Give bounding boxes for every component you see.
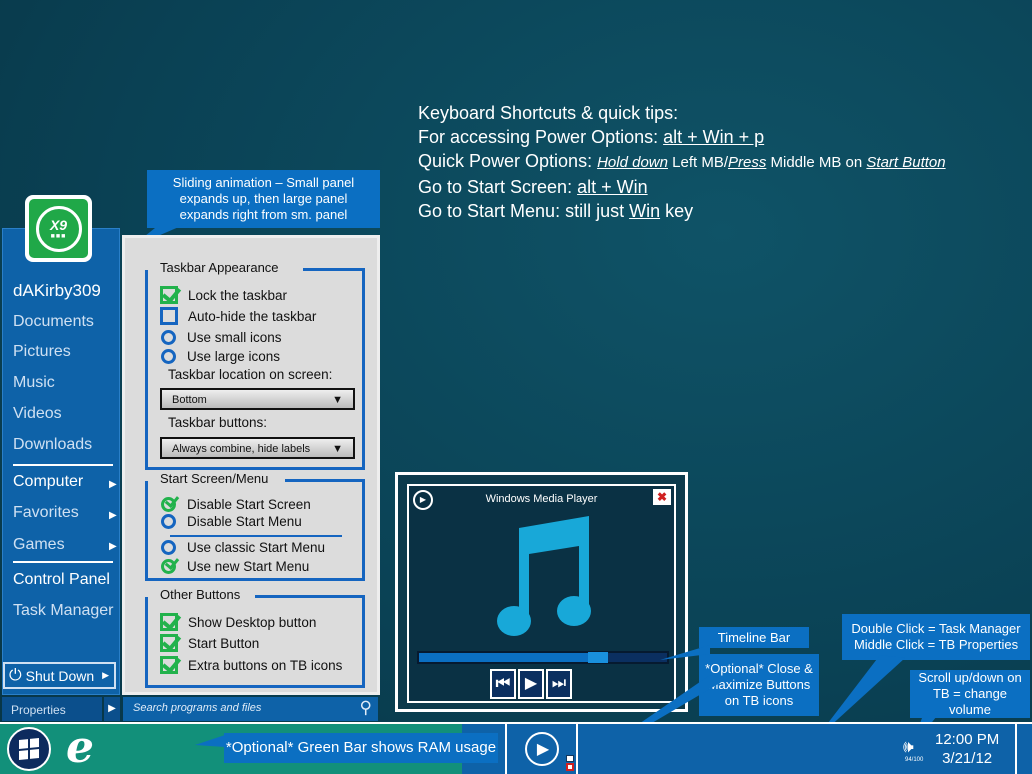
properties-button[interactable]: Properties [2,697,102,721]
radio-icon [161,540,176,555]
checkbox-lock-taskbar[interactable]: Lock the taskbar [160,286,287,304]
divider [13,464,113,466]
radio-checked-icon [161,497,176,512]
menu-control-panel[interactable]: Control Panel [13,571,110,589]
checkbox-start-button[interactable]: Start Button [160,634,259,652]
radio-icon [161,330,176,345]
menu-videos[interactable]: Videos [13,405,62,423]
group-other-buttons: Other Buttons Show Desktop button Start … [145,587,365,688]
radio-small-icons[interactable]: Use small icons [160,330,282,345]
chevron-right-icon: ▶ [109,479,117,490]
radio-icon [161,514,176,529]
group-taskbar-appearance: Taskbar Appearance Lock the taskbar Auto… [145,260,365,470]
menu-pictures[interactable]: Pictures [13,343,71,361]
checkbox-checked-icon [160,656,178,674]
play-button[interactable]: ▶ [518,669,544,699]
user-name[interactable]: dAKirby309 [13,281,101,301]
menu-documents[interactable]: Documents [13,313,94,331]
windows-logo-icon [19,737,39,761]
menu-games[interactable]: Games [13,536,65,554]
radio-icon [161,349,176,364]
chevron-right-icon: ▶ [109,510,117,521]
menu-music[interactable]: Music [13,374,55,392]
radio-large-icons[interactable]: Use large icons [160,349,280,364]
dropdown-arrow-icon: ▼ [332,443,343,455]
menu-task-manager[interactable]: Task Manager [13,602,114,620]
properties-arrow-button[interactable]: ▶ [104,697,120,721]
music-note-icon [497,516,591,636]
dropdown-arrow-icon: ▼ [332,394,343,406]
group-start-menu: Start Screen/Menu Disable Start Screen D… [145,471,365,581]
close-button[interactable] [566,763,574,771]
radio-disable-start-menu[interactable]: Disable Start Menu [160,514,302,529]
search-icon: ⚲ [359,698,372,717]
checkbox-checked-icon [160,286,178,304]
checkbox-show-desktop[interactable]: Show Desktop button [160,613,316,631]
search-input[interactable]: Search programs and files ⚲ [123,697,378,721]
maximize-button[interactable] [566,755,574,762]
start-menu-left-panel: dAKirby309 Documents Pictures Music Vide… [2,228,120,695]
close-button[interactable]: ✖ [653,489,671,505]
clock[interactable]: 12:00 PM 3/21/12 [935,730,999,768]
radio-new-menu[interactable]: Use new Start Menu [160,559,309,574]
menu-favorites[interactable]: Favorites [13,504,79,522]
tips-text: Keyboard Shortcuts & quick tips: For acc… [418,103,946,221]
wmp-title: Windows Media Player [485,493,598,505]
buttons-dropdown[interactable]: Always combine, hide labels ▼ [160,437,355,459]
callout-green-bar: *Optional* Green Bar shows RAM usage [224,733,498,763]
checkbox-extra-buttons[interactable]: Extra buttons on TB icons [160,656,342,674]
play-icon: ▶ [524,732,559,766]
user-avatar[interactable]: X9 ■■■ [25,195,92,262]
divider [13,561,113,563]
previous-button[interactable]: ⏮ [490,669,516,699]
chevron-right-icon: ▶ [102,670,110,680]
callout-pointer [195,735,225,747]
radio-classic-menu[interactable]: Use classic Start Menu [160,540,325,555]
taskbar-properties-panel: Taskbar Appearance Lock the taskbar Auto… [122,235,380,695]
radio-disable-start-screen[interactable]: Disable Start Screen [160,497,311,512]
volume-level: 94/100 [905,757,924,763]
power-icon: ⏻ [9,666,22,684]
location-dropdown[interactable]: Bottom ▼ [160,388,355,410]
chevron-right-icon: ▶ [109,541,117,552]
volume-icon[interactable]: 🕪 [903,737,914,757]
start-button[interactable] [7,727,51,771]
checkbox-icon [160,307,178,325]
divider [170,535,342,537]
menu-computer[interactable]: Computer [13,473,83,491]
checkbox-checked-icon [160,613,178,631]
checkbox-checked-icon [160,634,178,652]
shut-down-button[interactable]: ⏻ Shut Down ▶ [3,662,116,689]
radio-checked-icon [161,559,176,574]
show-desktop-button[interactable] [1017,724,1032,774]
internet-explorer-icon[interactable]: e [66,722,94,773]
menu-downloads[interactable]: Downloads [13,436,92,454]
checkbox-autohide[interactable]: Auto-hide the taskbar [160,307,316,325]
